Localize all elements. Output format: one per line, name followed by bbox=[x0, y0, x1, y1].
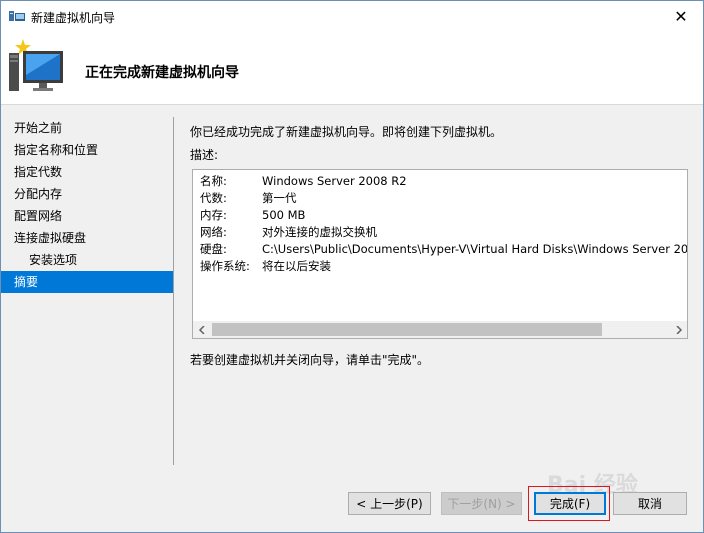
summary-list: 名称: Windows Server 2008 R2 代数: 第一代 内存: 500 … bbox=[200, 173, 688, 275]
summary-row: 代数: 第一代 bbox=[200, 190, 687, 207]
summary-value: C:\Users\Public\Documents\Hyper-V\Virtua… bbox=[262, 242, 688, 256]
scroll-thumb[interactable] bbox=[212, 323, 602, 336]
window-title: 新建虚拟机向导 bbox=[31, 11, 116, 25]
wizard-window: 新建虚拟机向导 ✕ 正在完成新建虚拟机向导 开始之前 指定名称和位置 指定代数 … bbox=[0, 0, 704, 533]
wizard-steps-nav: 开始之前 指定名称和位置 指定代数 分配内存 配置网络 连接虚拟硬盘 安装选项 … bbox=[1, 117, 173, 293]
summary-key: 硬盘: bbox=[200, 242, 227, 256]
chevron-right-icon bbox=[675, 325, 682, 334]
finish-button[interactable]: 完成(F) bbox=[534, 492, 606, 515]
summary-row: 操作系统: 将在以后安装 bbox=[200, 258, 687, 275]
scroll-left-button[interactable] bbox=[193, 321, 210, 338]
summary-value: 第一代 bbox=[262, 191, 297, 205]
page-title: 正在完成新建虚拟机向导 bbox=[85, 65, 239, 81]
nav-divider bbox=[173, 117, 174, 465]
finish-hint-text: 若要创建虚拟机并关闭向导，请单击"完成"。 bbox=[190, 353, 430, 367]
wizard-header: 正在完成新建虚拟机向导 bbox=[1, 31, 703, 105]
summary-value: 对外连接的虚拟交换机 bbox=[262, 225, 377, 239]
title-bar[interactable]: 新建虚拟机向导 ✕ bbox=[1, 1, 703, 31]
chevron-left-icon bbox=[198, 325, 205, 334]
summary-value: Windows Server 2008 R2 bbox=[262, 174, 407, 188]
nav-item-virtual-disk[interactable]: 连接虚拟硬盘 bbox=[1, 227, 173, 249]
cancel-button[interactable]: 取消 bbox=[613, 492, 687, 515]
summary-textbox[interactable]: 名称: Windows Server 2008 R2 代数: 第一代 内存: 500 … bbox=[192, 169, 688, 339]
previous-button[interactable]: < 上一步(P) bbox=[348, 492, 431, 515]
nav-item-network[interactable]: 配置网络 bbox=[1, 205, 173, 227]
intro-text: 你已经成功完成了新建虚拟机向导。即将创建下列虚拟机。 bbox=[190, 125, 503, 139]
summary-key: 操作系统: bbox=[200, 259, 250, 273]
summary-row: 内存: 500 MB bbox=[200, 207, 687, 224]
summary-row: 网络: 对外连接的虚拟交换机 bbox=[200, 224, 687, 241]
hyper-v-icon bbox=[9, 11, 25, 21]
wizard-monitor-icon bbox=[9, 39, 63, 91]
nav-item-before-you-begin[interactable]: 开始之前 bbox=[1, 117, 173, 139]
close-icon: ✕ bbox=[674, 6, 688, 26]
summary-key: 代数: bbox=[200, 191, 227, 205]
nav-item-generation[interactable]: 指定代数 bbox=[1, 161, 173, 183]
close-button[interactable]: ✕ bbox=[659, 1, 703, 31]
nav-item-summary[interactable]: 摘要 bbox=[1, 271, 173, 293]
summary-key: 内存: bbox=[200, 208, 227, 222]
nav-item-name-location[interactable]: 指定名称和位置 bbox=[1, 139, 173, 161]
next-button[interactable]: 下一步(N) > bbox=[441, 492, 522, 515]
scroll-right-button[interactable] bbox=[670, 321, 687, 338]
summary-value: 将在以后安装 bbox=[262, 259, 331, 273]
summary-key: 网络: bbox=[200, 225, 227, 239]
horizontal-scrollbar[interactable] bbox=[193, 321, 687, 338]
summary-row: 名称: Windows Server 2008 R2 bbox=[200, 173, 687, 190]
description-label: 描述: bbox=[190, 148, 219, 162]
summary-value: 500 MB bbox=[262, 208, 306, 222]
nav-item-memory[interactable]: 分配内存 bbox=[1, 183, 173, 205]
summary-row: 硬盘: C:\Users\Public\Documents\Hyper-V\Vir… bbox=[200, 241, 688, 258]
summary-key: 名称: bbox=[200, 174, 227, 188]
nav-item-install-options[interactable]: 安装选项 bbox=[1, 249, 173, 271]
